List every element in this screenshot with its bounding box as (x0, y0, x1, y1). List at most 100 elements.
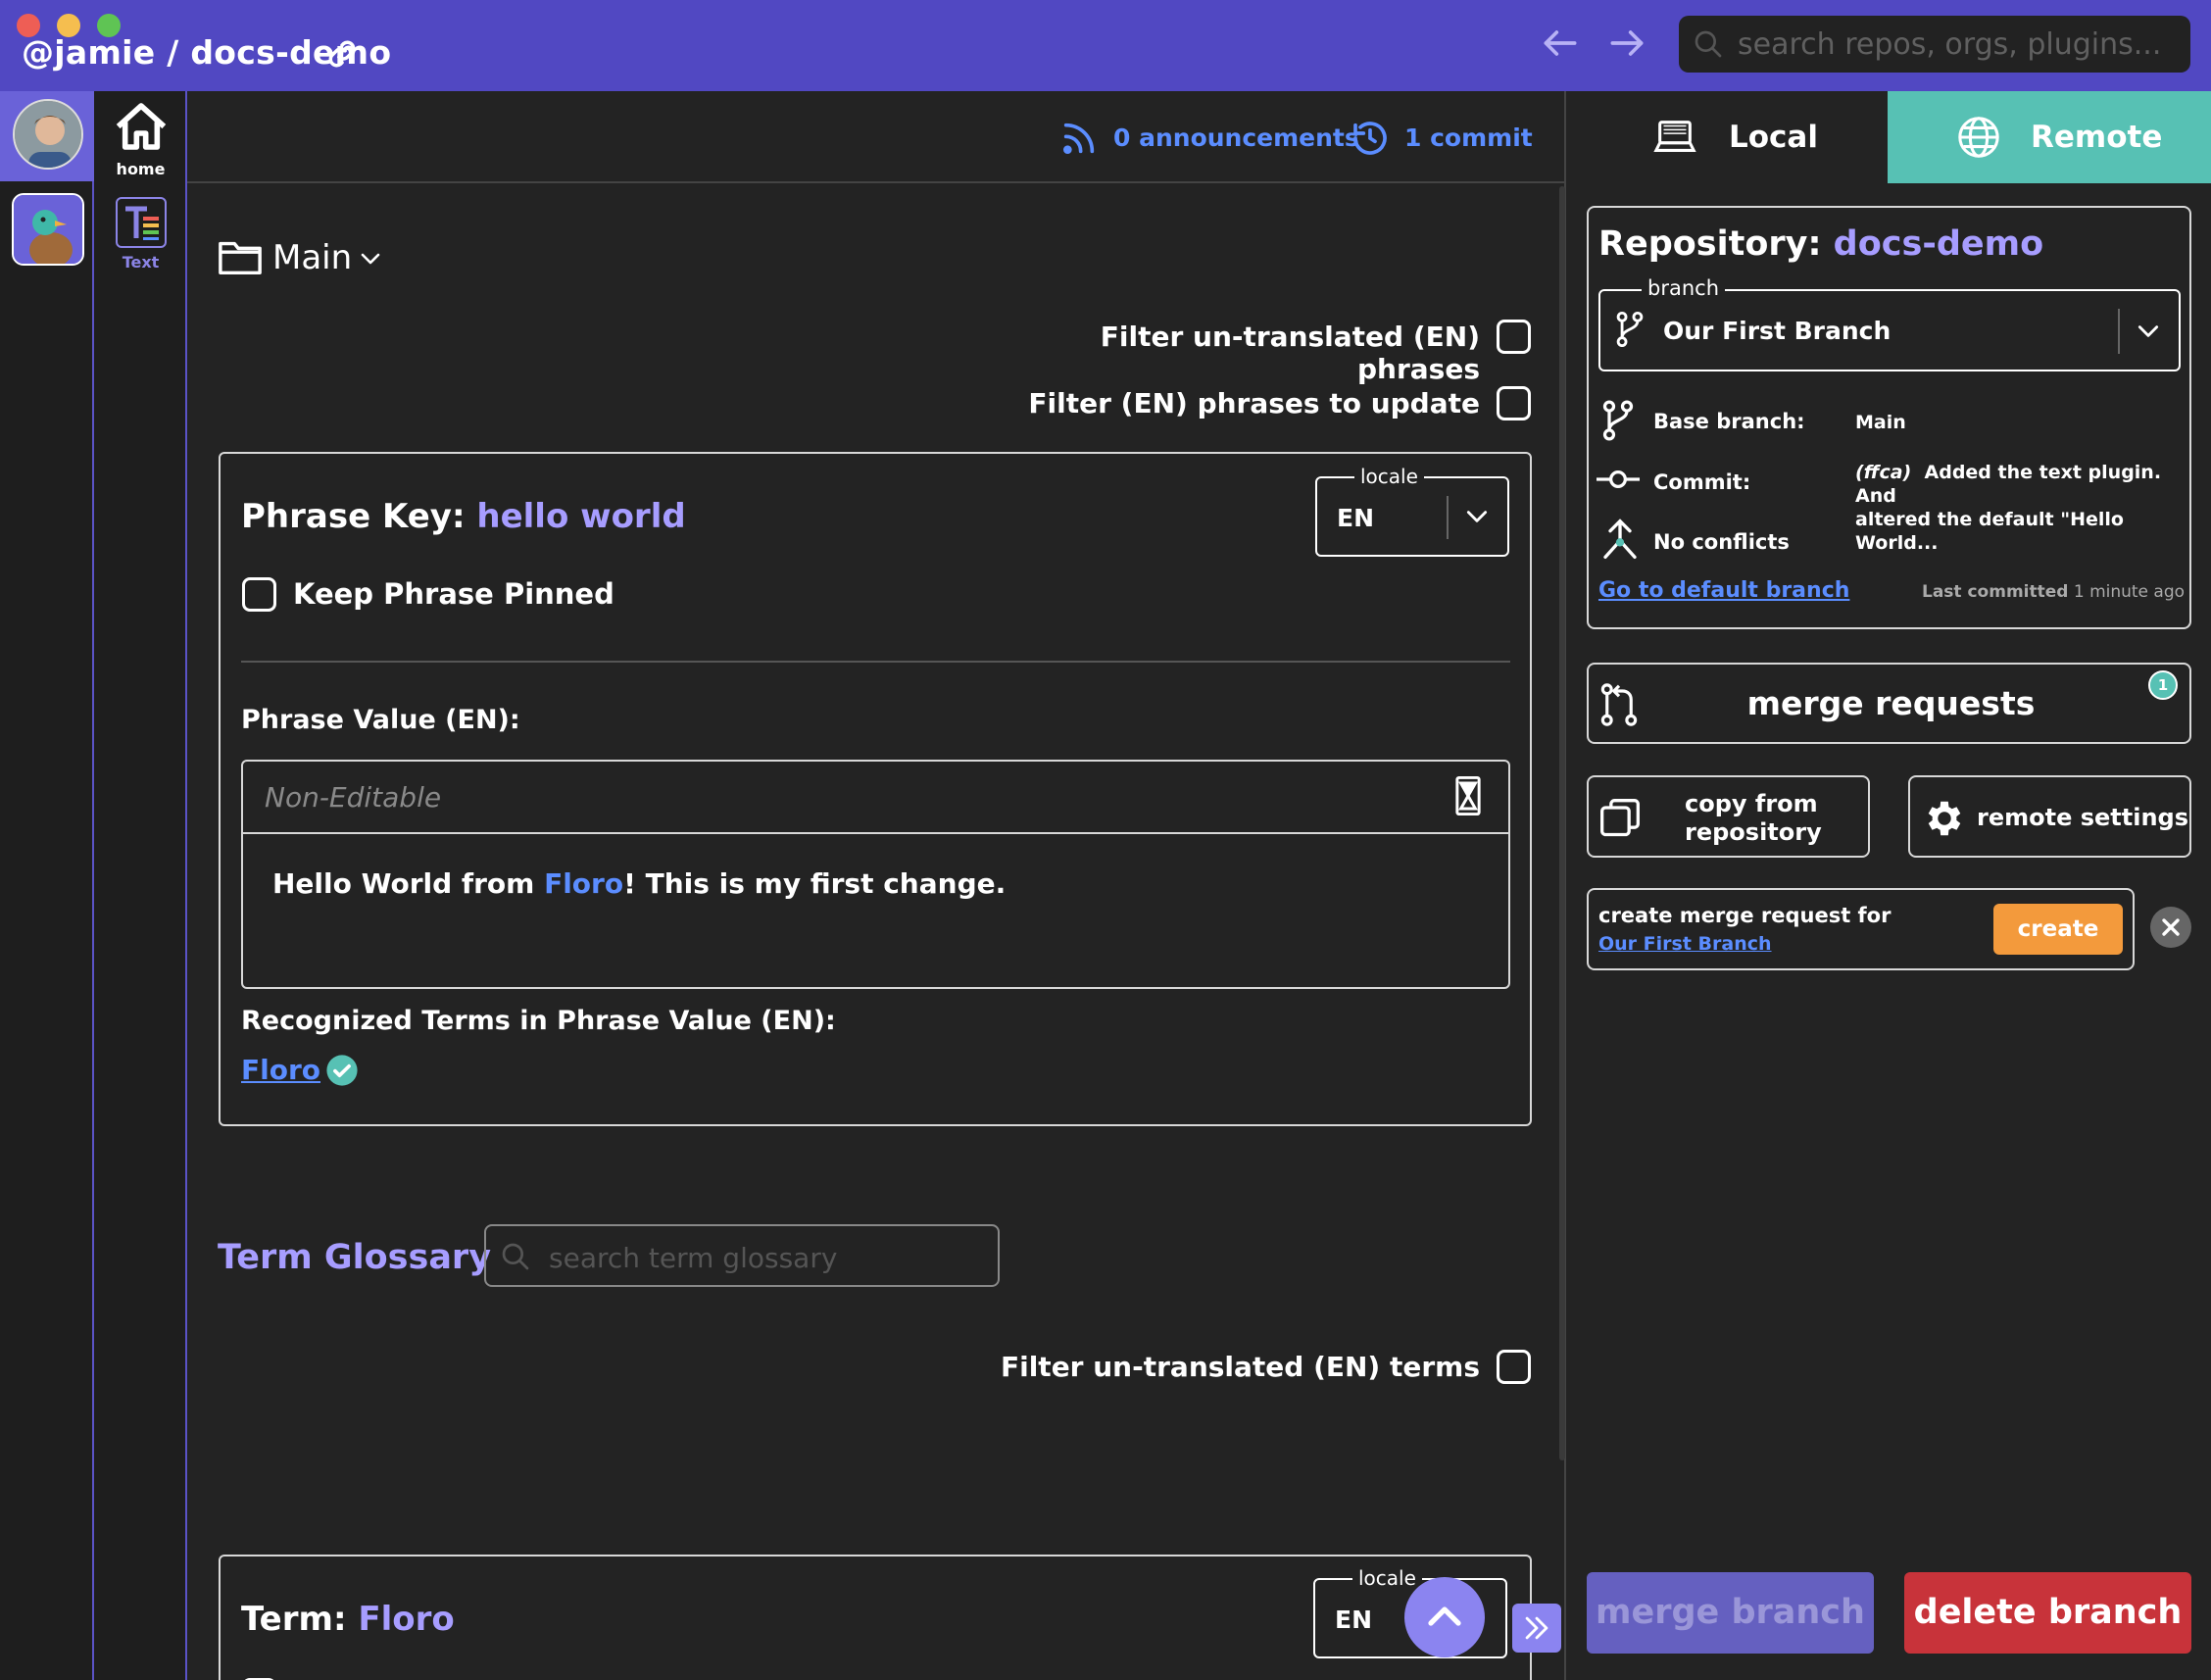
filter-untranslated-terms-label: Filter un-translated (EN) terms (1000, 1351, 1480, 1383)
recognized-term-link[interactable]: Floro (241, 1054, 320, 1086)
copy-icon (1598, 797, 1642, 840)
filter-phrases-update-label: Filter (EN) phrases to update (1028, 387, 1480, 420)
chevron-down-icon[interactable] (1464, 506, 1490, 527)
title-bar: @jamie / docs-demo (0, 0, 2211, 91)
home-label[interactable]: home (94, 160, 187, 178)
phrase-value-text: Hello World from Floro! This is my first… (272, 867, 1007, 900)
gear-icon (1922, 796, 1967, 841)
phrase-key-label: Phrase Key: hello world (241, 497, 686, 536)
chevron-down-icon[interactable] (359, 249, 382, 269)
delete-branch-button[interactable]: delete branch (1904, 1572, 2191, 1654)
plugin-rail: home Text (94, 91, 187, 1680)
term-glossary-search[interactable]: search term glossary (484, 1224, 1000, 1287)
repository-name[interactable]: docs-demo (1834, 224, 2044, 264)
copy-from-label: copy from repository (1685, 790, 1822, 846)
branch-icon (1614, 311, 1646, 348)
glossary-search-placeholder[interactable]: search term glossary (549, 1242, 837, 1274)
rss-icon[interactable] (1059, 119, 1099, 158)
history-icon[interactable] (1351, 119, 1390, 158)
announcements-link[interactable]: 0 announcements (1113, 124, 1359, 152)
phrase-divider (241, 661, 1510, 663)
link-icon[interactable] (323, 35, 361, 73)
create-mr-label: create merge request for (1598, 904, 1892, 927)
recognized-terms-label: Recognized Terms in Phrase Value (EN): (241, 1006, 836, 1036)
org-avatar[interactable] (12, 193, 84, 266)
no-conflicts-icon (1600, 518, 1640, 561)
phrase-key-value: hello world (476, 497, 686, 536)
remote-settings-button[interactable]: remote settings (1908, 775, 2191, 858)
repository-title: Repository: docs-demo (1598, 224, 2044, 264)
copy-from-repository-button[interactable]: copy from repository (1587, 775, 1870, 858)
commit-label: Commit: (1653, 470, 1751, 494)
commit-sha[interactable]: (ffca) (1855, 462, 1911, 483)
global-search-input[interactable] (1738, 24, 2179, 65)
global-search[interactable] (1679, 16, 2190, 73)
close-icon (2159, 915, 2183, 939)
tab-local[interactable]: Local (1564, 91, 1888, 183)
hourglass-icon (1455, 775, 1481, 816)
forward-arrow-icon[interactable] (1605, 22, 1648, 65)
text-plugin-label[interactable]: Text (94, 253, 187, 272)
merge-requests-label: merge requests (1746, 684, 2036, 722)
double-chevron-right-icon (1520, 1611, 1553, 1645)
non-editable-label: Non-Editable (265, 781, 442, 814)
remote-settings-label: remote settings (1977, 804, 2188, 831)
base-branch-value: Main (1855, 412, 1906, 433)
select-separator (2118, 309, 2120, 354)
expand-panel-button[interactable] (1512, 1604, 1561, 1653)
locale-value: EN (1335, 1606, 1373, 1634)
branch-legend: branch (1642, 276, 1725, 300)
select-separator (1447, 496, 1449, 539)
term-value: Floro (358, 1600, 455, 1639)
back-arrow-icon[interactable] (1539, 22, 1582, 65)
create-mr-branch-link[interactable]: Our First Branch (1598, 933, 1772, 955)
filter-phrases-update-checkbox[interactable] (1497, 386, 1531, 420)
chevron-down-icon[interactable] (2136, 321, 2161, 342)
floro-term-link[interactable]: Floro (544, 867, 623, 900)
keep-pinned-label: Keep Phrase Pinned (293, 577, 614, 611)
filter-untranslated-phrases-label: Filter un-translated (EN) phrases (1100, 321, 1480, 385)
search-icon (1693, 28, 1724, 60)
base-branch-icon (1600, 399, 1636, 442)
term-glossary-title: Term Glossary (218, 1238, 492, 1277)
merge-requests-button[interactable]: merge requests 1 (1587, 663, 2191, 744)
branch-select[interactable]: branch Our First Branch (1598, 276, 2181, 371)
commit-icon (1597, 467, 1640, 492)
commits-link[interactable]: 1 commit (1404, 124, 1533, 152)
tab-remote[interactable]: Remote (1888, 91, 2211, 183)
locale-legend: locale (1354, 465, 1424, 488)
text-plugin-icon[interactable] (116, 197, 167, 248)
locale-value: EN (1337, 504, 1375, 532)
filter-untranslated-phrases-checkbox[interactable] (1497, 320, 1531, 354)
merge-branch-button[interactable]: merge branch (1587, 1572, 1874, 1654)
locale-legend: locale (1352, 1566, 1422, 1590)
user-avatar[interactable] (13, 99, 83, 170)
base-branch-label: Base branch: (1653, 410, 1805, 433)
folder-icon[interactable] (218, 237, 263, 276)
globe-icon (1956, 115, 2001, 160)
chevron-up-icon (1424, 1599, 1465, 1634)
check-circle-icon (325, 1054, 359, 1087)
main-scrollbar[interactable] (1559, 186, 1565, 1460)
search-icon (500, 1241, 531, 1272)
term-card: Term: Floro locale EN (219, 1555, 1532, 1680)
create-button[interactable]: create (1993, 904, 2123, 955)
tab-remote-label: Remote (2031, 120, 2163, 155)
last-committed: Last committed 1 minute ago (1922, 582, 2186, 602)
phrase-value-label: Phrase Value (EN): (241, 705, 520, 735)
filter-untranslated-terms-checkbox[interactable] (1497, 1350, 1531, 1384)
phrase-value-toolbar: Non-Editable (243, 762, 1508, 834)
home-icon[interactable] (114, 101, 169, 152)
merge-requests-count-badge: 1 (2148, 670, 2178, 700)
scroll-top-button[interactable] (1404, 1577, 1485, 1657)
keep-pinned-checkbox[interactable] (242, 577, 276, 612)
close-create-mr-button[interactable] (2150, 907, 2191, 948)
main-topbar: 0 announcements 1 commit (187, 91, 1564, 183)
phrase-card: Phrase Key: hello world locale EN Keep P… (219, 452, 1532, 1126)
branch-value: Our First Branch (1663, 317, 1892, 345)
phrase-locale-select[interactable]: locale EN (1315, 465, 1509, 557)
folder-label[interactable]: Main (272, 238, 352, 277)
go-default-branch-link[interactable]: Go to default branch (1598, 578, 1849, 603)
tab-local-label: Local (1729, 120, 1818, 155)
repository-card: Repository: docs-demo branch Our First B… (1587, 206, 2191, 629)
